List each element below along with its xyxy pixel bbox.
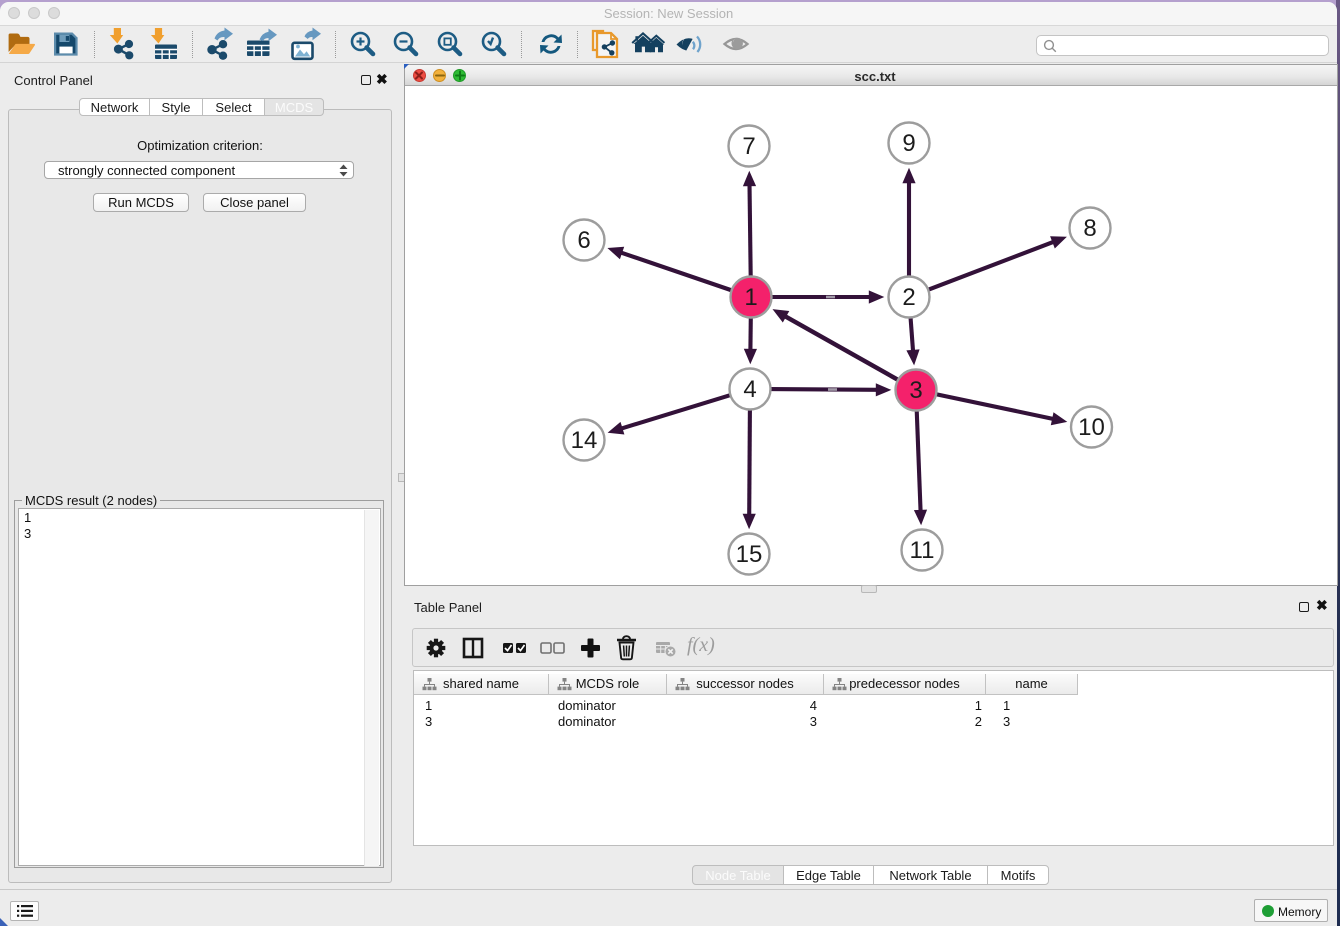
- svg-text:7: 7: [742, 133, 755, 160]
- svg-text:15: 15: [736, 541, 763, 568]
- svg-text:2: 2: [902, 284, 915, 311]
- svg-text:9: 9: [902, 130, 915, 157]
- svg-text:10: 10: [1078, 414, 1105, 441]
- svg-text:14: 14: [571, 427, 598, 454]
- svg-text:3: 3: [909, 377, 922, 404]
- svg-text:11: 11: [910, 537, 935, 564]
- svg-text:4: 4: [743, 376, 756, 403]
- svg-text:6: 6: [577, 227, 590, 254]
- svg-text:8: 8: [1083, 215, 1096, 242]
- svg-text:1: 1: [744, 284, 757, 311]
